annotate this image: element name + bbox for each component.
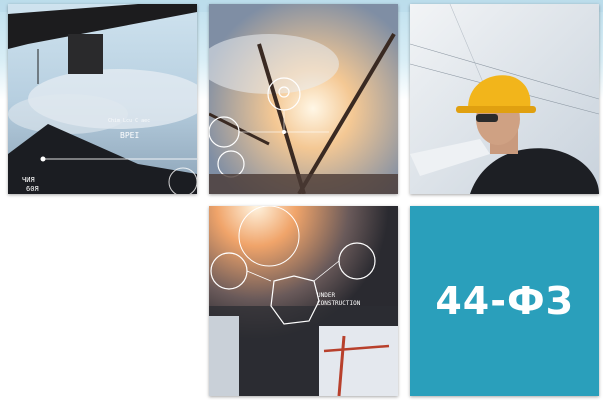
overlay-text-under: UNDER bbox=[317, 292, 335, 299]
overlay-text-chya: ЧИЯ bbox=[22, 176, 35, 184]
overlay-text-60ya: 60Я bbox=[26, 185, 39, 193]
law-tile-label: 44-ФЗ bbox=[435, 279, 574, 323]
overlay-text-construction: CONSTRUCTION bbox=[317, 300, 361, 307]
photo-tile-cranes-sunburst bbox=[209, 4, 398, 194]
svg-text:Chim Lcu C aec: Chim Lcu C aec bbox=[108, 118, 150, 124]
photo-tile-crane-sky: Chim Lcu C aec BPEI ЧИЯ 60Я bbox=[8, 4, 197, 194]
law-tile-44fz[interactable]: 44-ФЗ bbox=[410, 206, 599, 396]
photo-tile-under-construction: UNDER CONSTRUCTION bbox=[209, 206, 398, 396]
overlay-text-bpei: BPEI bbox=[120, 131, 139, 140]
photo-tile-engineer-hardhat bbox=[410, 4, 599, 194]
